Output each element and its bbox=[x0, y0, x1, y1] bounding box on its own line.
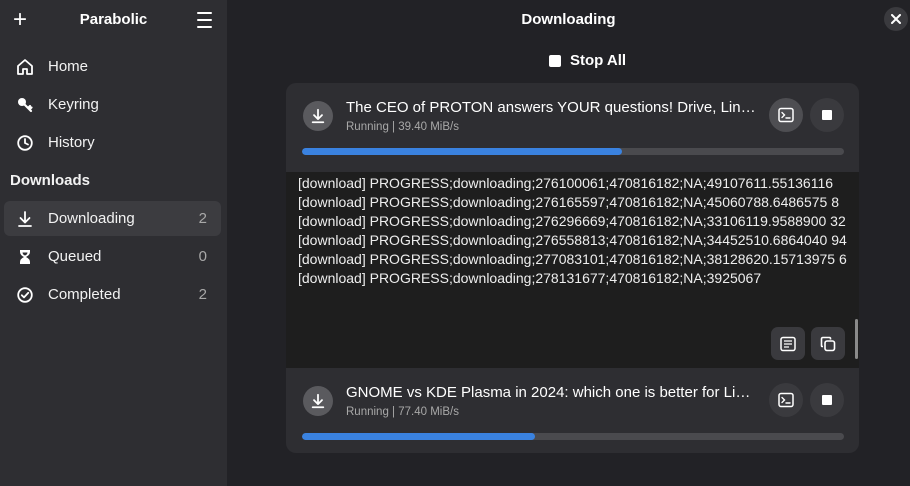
sidebar-item-label: Completed bbox=[48, 286, 121, 303]
download-progress-bar bbox=[302, 433, 844, 440]
download-row: GNOME vs KDE Plasma in 2024: which one i… bbox=[286, 368, 859, 453]
sidebar-item-history[interactable]: History bbox=[4, 125, 221, 160]
sidebar: + Parabolic Home Keyring History Downloa… bbox=[0, 0, 227, 486]
progress-fill bbox=[302, 433, 536, 440]
download-icon bbox=[311, 393, 325, 409]
stop-all-checkbox[interactable] bbox=[549, 54, 561, 67]
stop-all-label: Stop All bbox=[570, 52, 627, 69]
count-badge: 0 bbox=[198, 248, 207, 265]
sidebar-item-label: History bbox=[48, 134, 95, 151]
stop-download-button[interactable] bbox=[810, 98, 844, 132]
sidebar-item-downloading[interactable]: Downloading 2 bbox=[4, 201, 221, 236]
page-title: Downloading bbox=[521, 11, 616, 28]
log-line: [download] PROGRESS;downloading;27813167… bbox=[298, 270, 762, 286]
download-status: Running | 39.40 MiB/s bbox=[346, 121, 459, 133]
check-circle-icon bbox=[15, 285, 35, 305]
copy-icon bbox=[820, 336, 836, 351]
downloads-section-title: Downloads bbox=[10, 172, 91, 189]
log-line: [download] PROGRESS;downloading;27616559… bbox=[298, 194, 839, 210]
stop-download-button[interactable] bbox=[810, 383, 844, 417]
close-icon bbox=[891, 14, 901, 24]
show-log-button[interactable] bbox=[769, 98, 803, 132]
key-icon bbox=[15, 95, 35, 115]
copy-log-button[interactable] bbox=[811, 327, 845, 360]
sidebar-header: + Parabolic bbox=[0, 0, 227, 40]
log-line: [download] PROGRESS;downloading;27655881… bbox=[298, 232, 847, 248]
count-badge: 2 bbox=[198, 210, 207, 227]
stop-icon bbox=[822, 395, 832, 405]
log-tail-button[interactable] bbox=[771, 327, 805, 360]
hourglass-icon bbox=[15, 247, 35, 267]
terminal-icon bbox=[780, 336, 796, 351]
log-line: [download] PROGRESS;downloading;27610006… bbox=[298, 175, 834, 191]
close-button[interactable] bbox=[884, 7, 908, 31]
count-badge: 2 bbox=[198, 286, 207, 303]
sidebar-item-queued[interactable]: Queued 0 bbox=[4, 239, 221, 274]
clock-icon bbox=[15, 133, 35, 153]
terminal-icon bbox=[778, 392, 794, 408]
log-line: [download] PROGRESS;downloading;27708310… bbox=[298, 251, 847, 267]
download-status: Running | 77.40 MiB/s bbox=[346, 406, 459, 418]
sidebar-item-label: Keyring bbox=[48, 96, 99, 113]
download-icon bbox=[15, 209, 35, 229]
sidebar-item-label: Downloading bbox=[48, 210, 135, 227]
sidebar-item-home[interactable]: Home bbox=[4, 49, 221, 84]
log-scrollbar[interactable] bbox=[855, 319, 858, 359]
download-icon bbox=[311, 108, 325, 124]
download-status-icon bbox=[303, 386, 333, 416]
sidebar-item-label: Queued bbox=[48, 248, 102, 265]
home-icon bbox=[15, 57, 35, 77]
hamburger-icon bbox=[196, 12, 212, 14]
download-title: GNOME vs KDE Plasma in 2024: which one i… bbox=[346, 384, 758, 401]
download-status-icon bbox=[303, 101, 333, 131]
download-title: The CEO of PROTON answers YOUR questions… bbox=[346, 99, 758, 116]
sidebar-item-completed[interactable]: Completed 2 bbox=[4, 277, 221, 312]
sidebar-item-keyring[interactable]: Keyring bbox=[4, 87, 221, 122]
stop-icon bbox=[822, 110, 832, 120]
download-progress-bar bbox=[302, 148, 844, 155]
download-row: The CEO of PROTON answers YOUR questions… bbox=[286, 83, 859, 172]
log-line: [download] PROGRESS;downloading;27629666… bbox=[298, 213, 846, 229]
show-log-button[interactable] bbox=[769, 383, 803, 417]
terminal-icon bbox=[778, 107, 794, 123]
progress-fill bbox=[302, 148, 622, 155]
sidebar-item-label: Home bbox=[48, 58, 89, 75]
stop-all-toggle[interactable]: Stop All bbox=[549, 52, 626, 69]
log-lines: [download] PROGRESS;downloading;27610006… bbox=[298, 174, 848, 288]
main-menu-button[interactable] bbox=[192, 9, 216, 31]
